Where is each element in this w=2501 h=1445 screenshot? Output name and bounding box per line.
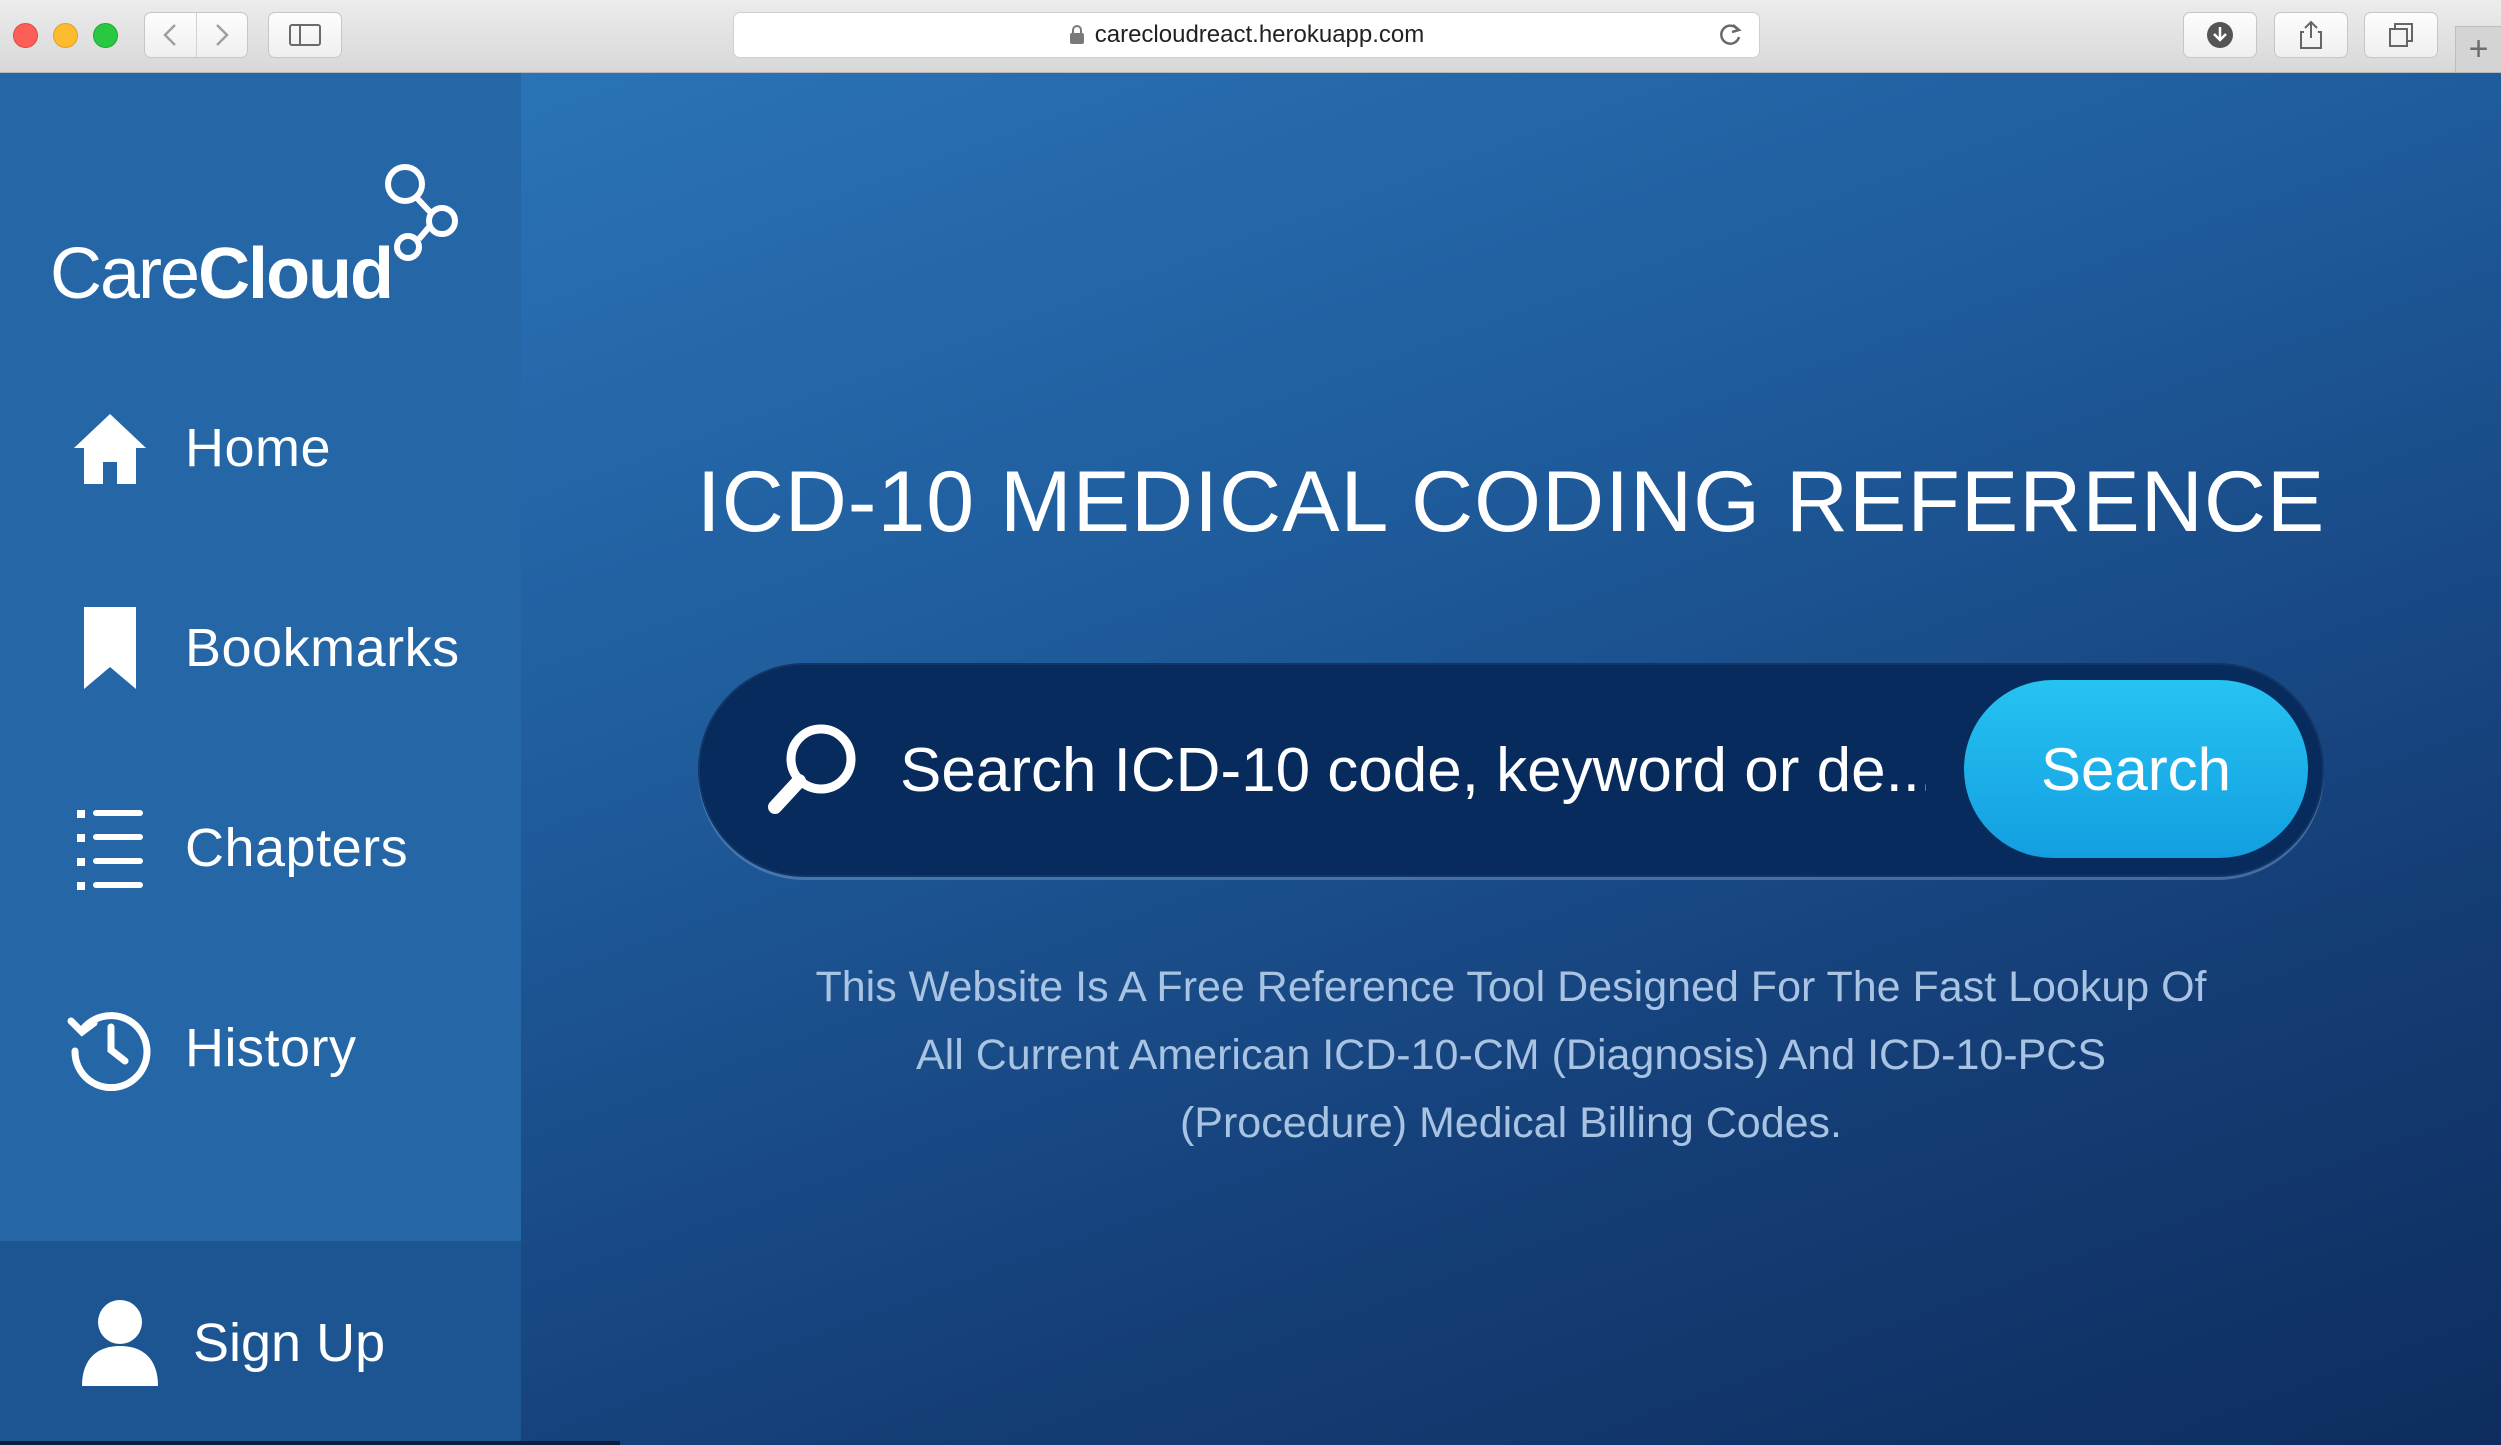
home-icon <box>65 403 155 493</box>
logo-text-care: Care <box>50 234 200 314</box>
chevron-right-icon <box>216 24 229 46</box>
sidebar-item-chapters[interactable]: Chapters <box>0 788 521 908</box>
address-bar[interactable]: carecloudreact.herokuapp.com <box>733 12 1760 58</box>
sidebar-item-history[interactable]: History <box>0 988 521 1108</box>
show-tabs-button[interactable] <box>2364 12 2438 58</box>
sidebar-toggle-button[interactable] <box>268 12 342 58</box>
main-content: ICD-10 MEDICAL CODING REFERENCE Search T… <box>521 73 2501 1445</box>
zoom-window-button[interactable] <box>93 23 118 48</box>
history-nav-group <box>144 12 248 58</box>
back-button[interactable] <box>145 13 196 57</box>
forward-button[interactable] <box>195 13 247 57</box>
sidebar-item-label: Chapters <box>185 818 409 878</box>
sign-up-label: Sign Up <box>193 1313 386 1373</box>
user-icon <box>75 1293 165 1393</box>
reload-icon[interactable] <box>1717 22 1743 55</box>
site-description: This Website Is A Free Reference Tool De… <box>815 963 2207 1147</box>
history-icon <box>65 1003 155 1093</box>
sidebar-item-home[interactable]: Home <box>0 388 521 508</box>
carecloud-logo[interactable]: CareCloud <box>50 163 470 310</box>
sidebar-item-label: Bookmarks <box>185 618 460 678</box>
list-icon <box>65 803 155 893</box>
sign-up-button[interactable]: Sign Up <box>0 1241 521 1445</box>
downloads-button[interactable] <box>2183 12 2257 58</box>
chevron-left-icon <box>163 24 177 46</box>
url-text: carecloudreact.herokuapp.com <box>1094 21 1425 48</box>
search-input[interactable] <box>898 703 1928 837</box>
browser-toolbar: carecloudreact.herokuapp.com + <box>0 0 2501 73</box>
share-button[interactable] <box>2274 12 2348 58</box>
tabs-icon <box>2389 23 2413 47</box>
lock-icon <box>1069 25 1085 45</box>
plus-icon: + <box>2468 30 2489 68</box>
close-window-button[interactable] <box>13 23 38 48</box>
sidebar: CareCloud Home Bookmarks Chapters Histor… <box>0 73 521 1445</box>
search-icon <box>763 719 863 819</box>
page-title: ICD-10 MEDICAL CODING REFERENCE <box>696 454 2326 550</box>
sidebar-item-bookmarks[interactable]: Bookmarks <box>0 588 521 708</box>
sidebar-item-label: Home <box>185 418 332 478</box>
search-button[interactable]: Search <box>1964 680 2308 858</box>
logo-wordmark: CareCloud <box>50 238 394 310</box>
sidebar-icon <box>289 24 321 46</box>
bookmark-icon <box>65 603 155 693</box>
download-icon <box>2207 22 2233 48</box>
share-icon <box>2300 20 2322 49</box>
divider <box>0 1441 620 1445</box>
search-bar: Search <box>698 663 2324 877</box>
logo-text-cloud: Cloud <box>198 234 394 314</box>
minimize-window-button[interactable] <box>53 23 78 48</box>
new-tab-button[interactable]: + <box>2455 26 2501 72</box>
sidebar-item-label: History <box>185 1018 357 1078</box>
